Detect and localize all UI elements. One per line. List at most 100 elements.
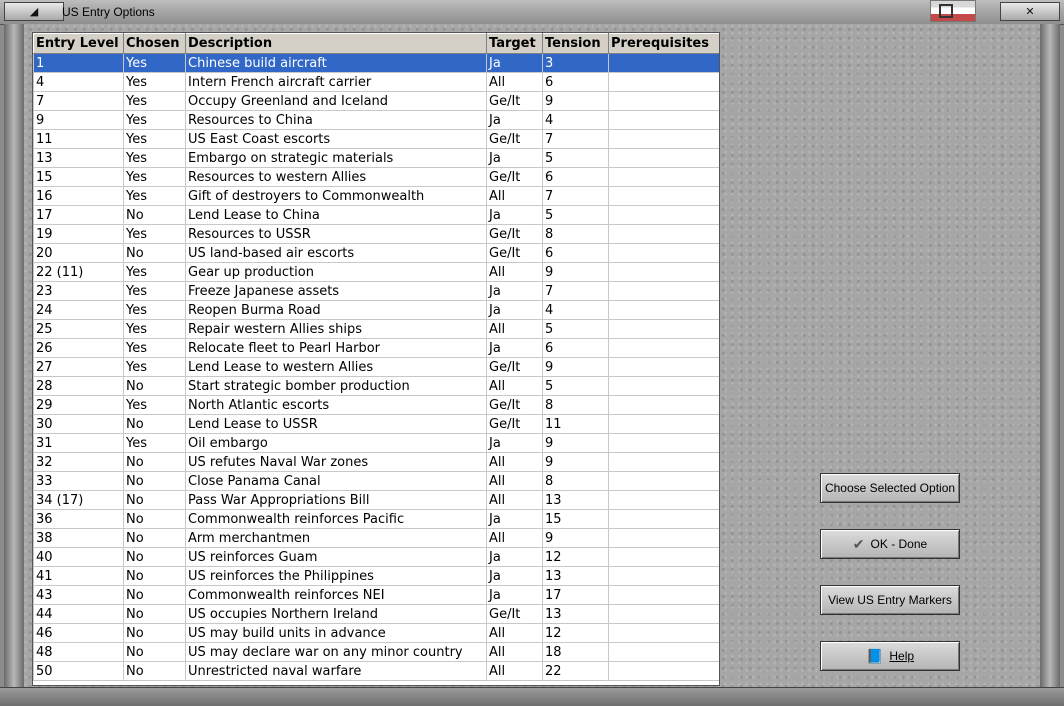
table-row[interactable]: 15 Yes Resources to western Allies Ge/It 6 [33,167,719,187]
cell-entry-level: 44 [33,604,124,624]
table-row[interactable]: 31 Yes Oil embargo Ja 9 [33,433,719,453]
cell-tension: 7 [542,281,609,301]
table-row[interactable]: 33 No Close Panama Canal All 8 [33,471,719,491]
table-row[interactable]: 22 (11) Yes Gear up production All 9 [33,262,719,282]
table-row[interactable]: 28 No Start strategic bomber production All… [33,376,719,396]
checkmark-icon: ✔ [852,535,865,552]
cell-target: Ge/It [486,395,543,415]
table-row[interactable]: 36 No Commonwealth reinforces Pacific Ja 15 [33,509,719,529]
column-header-target[interactable]: Target [486,33,543,54]
cell-entry-level: 17 [33,205,124,225]
frame-left [4,24,24,687]
column-header-chosen[interactable]: Chosen [123,33,186,54]
cell-chosen: Yes [123,281,186,301]
column-header-tension[interactable]: Tension [542,33,609,54]
cell-prerequisites [608,433,719,453]
table-row[interactable]: 4 Yes Intern French aircraft carrier All 6 [33,72,719,92]
cell-entry-level: 9 [33,110,124,130]
table-row[interactable]: 29 Yes North Atlantic escorts Ge/It 8 [33,395,719,415]
table-row[interactable]: 1 Yes Chinese build aircraft Ja 3 [33,53,719,73]
cell-tension: 12 [542,623,609,643]
table-row[interactable]: 50 No Unrestricted naval warfare All 22 [33,661,719,681]
cell-tension: 7 [542,186,609,206]
choose-selected-option-button[interactable]: Choose Selected Option [820,473,960,503]
table-row[interactable]: 27 Yes Lend Lease to western Allies Ge/It 9 [33,357,719,377]
cell-prerequisites [608,205,719,225]
cell-description: US refutes Naval War zones [185,452,487,472]
cell-target: All [486,72,543,92]
cell-description: Start strategic bomber production [185,376,487,396]
table-row[interactable]: 23 Yes Freeze Japanese assets Ja 7 [33,281,719,301]
table-row[interactable]: 13 Yes Embargo on strategic materials Ja 5 [33,148,719,168]
close-button[interactable]: ✕ [1000,2,1060,21]
cell-description: Pass War Appropriations Bill [185,490,487,510]
cell-target: All [486,262,543,282]
cell-target: Ge/It [486,129,543,149]
cell-prerequisites [608,281,719,301]
table-row[interactable]: 19 Yes Resources to USSR Ge/It 8 [33,224,719,244]
table-row[interactable]: 9 Yes Resources to China Ja 4 [33,110,719,130]
options-table: Entry Level Chosen Description Target Te… [33,33,719,681]
table-row[interactable]: 17 No Lend Lease to China Ja 5 [33,205,719,225]
cross-icon [939,4,953,18]
cell-entry-level: 31 [33,433,124,453]
cell-description: Lend Lease to China [185,205,487,225]
table-row[interactable]: 32 No US refutes Naval War zones All 9 [33,452,719,472]
table-row[interactable]: 25 Yes Repair western Allies ships All 5 [33,319,719,339]
cell-entry-level: 1 [33,53,124,73]
table-row[interactable]: 46 No US may build units in advance All 12 [33,623,719,643]
cell-entry-level: 46 [33,623,124,643]
cell-chosen: No [123,376,186,396]
options-table-container[interactable]: Entry Level Chosen Description Target Te… [32,32,720,686]
table-row[interactable]: 26 Yes Relocate fleet to Pearl Harbor Ja 6 [33,338,719,358]
table-row[interactable]: 11 Yes US East Coast escorts Ge/It 7 [33,129,719,149]
table-row[interactable]: 34 (17) No Pass War Appropriations Bill All… [33,490,719,510]
cell-target: All [486,623,543,643]
cell-tension: 4 [542,110,609,130]
ok-done-button[interactable]: ✔ OK - Done [820,529,960,559]
cell-description: US reinforces the Philippines [185,566,487,586]
table-row[interactable]: 30 No Lend Lease to USSR Ge/It 11 [33,414,719,434]
cell-description: Oil embargo [185,433,487,453]
cell-description: US may build units in advance [185,623,487,643]
view-us-entry-markers-button[interactable]: View US Entry Markers [820,585,960,615]
cell-entry-level: 25 [33,319,124,339]
table-row[interactable]: 7 Yes Occupy Greenland and Iceland Ge/It 9 [33,91,719,111]
table-row[interactable]: 38 No Arm merchantmen All 9 [33,528,719,548]
cell-target: All [486,471,543,491]
cell-entry-level: 32 [33,452,124,472]
table-row[interactable]: 41 No US reinforces the Philippines Ja 13 [33,566,719,586]
table-row[interactable]: 44 No US occupies Northern Ireland Ge/It 13 [33,604,719,624]
cell-tension: 7 [542,129,609,149]
choose-label: Choose Selected Option [824,481,956,495]
table-row[interactable]: 40 No US reinforces Guam Ja 12 [33,547,719,567]
cell-description: Intern French aircraft carrier [185,72,487,92]
cell-description: Commonwealth reinforces NEI [185,585,487,605]
cell-entry-level: 33 [33,471,124,491]
table-row[interactable]: 24 Yes Reopen Burma Road Ja 4 [33,300,719,320]
column-header-description[interactable]: Description [185,33,487,54]
cell-description: US may declare war on any minor country [185,642,487,662]
cell-description: Repair western Allies ships [185,319,487,339]
cell-description: Relocate fleet to Pearl Harbor [185,338,487,358]
cell-description: Reopen Burma Road [185,300,487,320]
cell-prerequisites [608,585,719,605]
table-row[interactable]: 20 No US land-based air escorts Ge/It 6 [33,243,719,263]
cell-tension: 9 [542,91,609,111]
cell-tension: 5 [542,376,609,396]
cell-tension: 17 [542,585,609,605]
cell-entry-level: 41 [33,566,124,586]
help-button[interactable]: 📘 Help [820,641,960,671]
cell-target: Ge/It [486,243,543,263]
cell-prerequisites [608,604,719,624]
minimize-button[interactable]: ◢ [4,2,64,21]
table-row[interactable]: 48 No US may declare war on any minor coun… [33,642,719,662]
cell-description: Commonwealth reinforces Pacific [185,509,487,529]
column-header-prerequisites[interactable]: Prerequisites [608,33,719,54]
cell-tension: 12 [542,547,609,567]
column-header-entry-level[interactable]: Entry Level [33,33,124,54]
cell-chosen: Yes [123,319,186,339]
cell-tension: 8 [542,395,609,415]
table-row[interactable]: 16 Yes Gift of destroyers to Commonwealth A… [33,186,719,206]
table-row[interactable]: 43 No Commonwealth reinforces NEI Ja 17 [33,585,719,605]
